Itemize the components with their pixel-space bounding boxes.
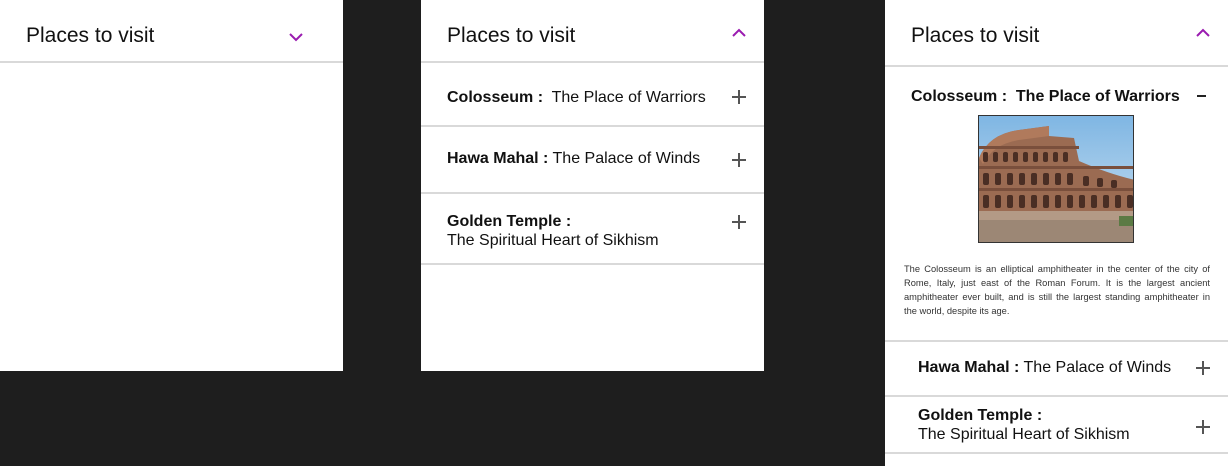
- plus-icon[interactable]: [732, 215, 746, 229]
- item-label: Golden Temple : The Spiritual Heart of S…: [918, 406, 1130, 444]
- plus-icon[interactable]: [732, 153, 746, 167]
- plus-icon[interactable]: [732, 90, 746, 104]
- plus-icon[interactable]: [1196, 361, 1210, 375]
- accordion-title: Places to visit: [26, 24, 155, 47]
- place-name: Colosseum :: [447, 89, 544, 106]
- place-tagline: The Palace of Winds: [552, 150, 701, 167]
- minus-icon[interactable]: [1197, 95, 1206, 97]
- accordion-item-colosseum[interactable]: Colosseum : The Place of Warriors: [885, 67, 1228, 342]
- accordion-title: Places to visit: [447, 24, 576, 47]
- chevron-up-icon[interactable]: [1195, 26, 1211, 40]
- accordion-item-open: Places to visit Colosseum : The Place of…: [885, 0, 1228, 466]
- place-tagline: The Place of Warriors: [1015, 88, 1180, 105]
- place-name: Golden Temple :: [918, 407, 1043, 424]
- accordion-item-hawa-mahal[interactable]: Hawa Mahal : The Palace of Winds: [421, 127, 764, 194]
- item-label: Colosseum : The Place of Warriors: [447, 88, 706, 107]
- chevron-down-icon[interactable]: [288, 30, 304, 44]
- item-label: Colosseum : The Place of Warriors: [911, 87, 1180, 106]
- place-tagline: The Spiritual Heart of Sikhism: [447, 232, 659, 249]
- colosseum-image: [978, 115, 1134, 243]
- accordion-item-golden-temple[interactable]: Golden Temple : The Spiritual Heart of S…: [885, 397, 1228, 454]
- place-name: Colosseum :: [911, 88, 1008, 105]
- accordion-title: Places to visit: [911, 24, 1040, 47]
- place-description: The Colosseum is an elliptical amphithea…: [904, 264, 1210, 316]
- place-tagline: The Palace of Winds: [1023, 359, 1172, 376]
- accordion-expanded: Places to visit Colosseum : The Place of…: [421, 0, 764, 371]
- accordion-item-golden-temple[interactable]: Golden Temple : The Spiritual Heart of S…: [421, 194, 764, 265]
- plus-icon[interactable]: [1196, 420, 1210, 434]
- place-tagline: The Place of Warriors: [551, 89, 706, 106]
- item-label: Hawa Mahal : The Palace of Winds: [918, 358, 1171, 377]
- chevron-up-icon[interactable]: [731, 26, 747, 40]
- accordion-header[interactable]: Places to visit: [885, 0, 1228, 67]
- accordion-header[interactable]: Places to visit: [421, 0, 764, 63]
- place-name: Hawa Mahal :: [447, 150, 549, 167]
- place-tagline: The Spiritual Heart of Sikhism: [918, 426, 1130, 443]
- item-label: Hawa Mahal : The Palace of Winds: [447, 149, 700, 168]
- accordion-header[interactable]: Places to visit: [0, 0, 343, 63]
- accordion-item-hawa-mahal[interactable]: Hawa Mahal : The Palace of Winds: [885, 342, 1228, 397]
- place-name: Hawa Mahal :: [918, 359, 1020, 376]
- place-name: Golden Temple :: [447, 213, 572, 230]
- accordion-item-colosseum[interactable]: Colosseum : The Place of Warriors: [421, 63, 764, 127]
- item-label: Golden Temple : The Spiritual Heart of S…: [447, 212, 659, 250]
- accordion-collapsed: Places to visit: [0, 0, 343, 371]
